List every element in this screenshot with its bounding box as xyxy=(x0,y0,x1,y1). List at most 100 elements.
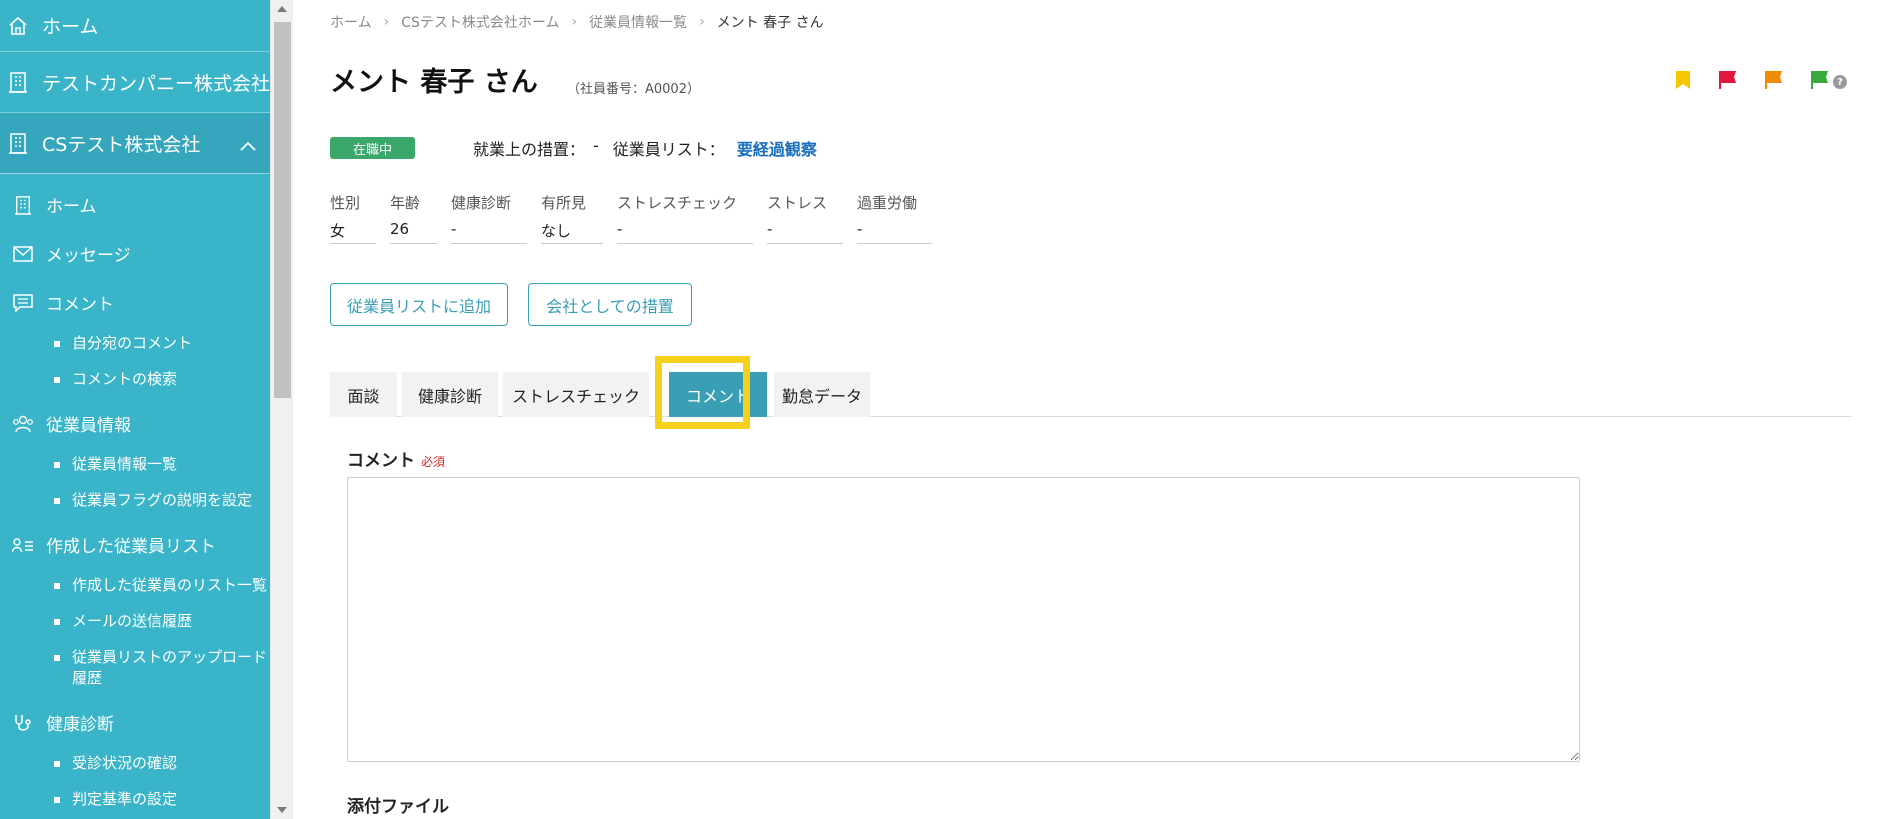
attr-label: 有所見 xyxy=(541,194,587,212)
stethoscope-icon xyxy=(12,712,34,734)
employee-number: （社員番号：A0002） xyxy=(567,82,700,97)
sidebar-subitem-label: 従業員リストのアップロード履歴 xyxy=(72,648,268,687)
attr-label: ストレス xyxy=(767,194,828,212)
green-flag-icon[interactable] xyxy=(1809,70,1829,94)
bullet xyxy=(54,619,60,625)
sidebar-item-home[interactable]: ホーム xyxy=(0,180,270,229)
sidebar-company-2-label: CSテスト株式会社 xyxy=(42,133,201,156)
sidebar-subitem-upload-history[interactable]: 従業員リストのアップロード履歴 xyxy=(0,641,270,698)
tab-interview[interactable]: 面談 xyxy=(330,372,397,417)
sidebar-subitem-criteria[interactable]: 判定基準の設定 xyxy=(0,783,270,819)
sidebar-item-created-lists-label: 作成した従業員リスト xyxy=(46,537,216,557)
sidebar-subitem-list-index[interactable]: 作成した従業員のリスト一覧 xyxy=(0,569,270,605)
envelope-icon xyxy=(12,243,34,265)
breadcrumb-home[interactable]: ホーム xyxy=(330,12,372,32)
sidebar-subitem-my-comments[interactable]: 自分宛のコメント xyxy=(0,327,270,363)
sidebar-subitem-label: コメントの検索 xyxy=(72,370,178,388)
attr-value: - xyxy=(767,214,843,244)
bullet xyxy=(54,761,60,767)
status-badge: 在職中 xyxy=(330,137,415,159)
breadcrumb-company-home[interactable]: CSテスト株式会社ホーム xyxy=(401,12,559,32)
tab-stress-check[interactable]: ストレスチェック xyxy=(503,372,649,417)
sidebar-item-employee[interactable]: 従業員情報 xyxy=(0,399,270,448)
sidebar-subitem-employee-list[interactable]: 従業員情報一覧 xyxy=(0,448,270,484)
attr-age: 年齢 26 xyxy=(390,192,437,244)
attr-value: - xyxy=(617,214,753,244)
attr-gender: 性別 女 xyxy=(330,192,376,244)
user-list-icon xyxy=(12,534,34,556)
sidebar-home-top[interactable]: ホーム xyxy=(0,0,270,52)
sidebar-item-health[interactable]: 健康診断 xyxy=(0,698,270,747)
attr-label: 年齢 xyxy=(390,194,421,212)
attr-label: 過重労働 xyxy=(857,194,918,212)
sidebar-scrollbar[interactable] xyxy=(270,0,293,819)
sidebar-subitem-exam-status[interactable]: 受診状況の確認 xyxy=(0,747,270,783)
chevron-up-icon[interactable] xyxy=(240,134,256,156)
attr-stress-check: ストレスチェック - xyxy=(617,192,753,244)
sidebar-company-1-label: テストカンパニー株式会社 xyxy=(42,72,270,95)
tab-health-checkup[interactable]: 健康診断 xyxy=(402,372,498,417)
sidebar-home-top-label: ホーム xyxy=(42,16,99,38)
help-icon[interactable]: ? xyxy=(1833,75,1847,89)
attr-findings: 有所見 なし xyxy=(541,192,603,244)
attr-label: ストレスチェック xyxy=(617,194,738,212)
sidebar-subitem-employee-flags[interactable]: 従業員フラグの説明を設定 xyxy=(0,484,270,520)
breadcrumb-employee-list[interactable]: 従業員情報一覧 xyxy=(589,12,687,32)
breadcrumb-separator-icon: › xyxy=(699,14,705,30)
tab-attendance[interactable]: 勤怠データ xyxy=(774,372,870,417)
sidebar-item-home-label: ホーム xyxy=(46,197,97,217)
attr-label: 性別 xyxy=(330,194,361,212)
bullet xyxy=(54,341,60,347)
sidebar-subitem-label: 従業員情報一覧 xyxy=(72,455,178,473)
scroll-down-arrow-icon[interactable] xyxy=(277,807,287,813)
sidebar-item-message[interactable]: メッセージ xyxy=(0,229,270,278)
bullet xyxy=(54,797,60,803)
sidebar-item-message-label: メッセージ xyxy=(46,246,131,266)
sidebar-subitem-label: メールの送信履歴 xyxy=(72,612,193,630)
bookmark-flag-icon[interactable] xyxy=(1675,70,1691,94)
attr-value: - xyxy=(451,214,527,244)
sidebar-item-comment[interactable]: コメント xyxy=(0,278,270,327)
company-measures-button[interactable]: 会社としての措置 xyxy=(528,283,692,326)
sidebar-subitem-label: 受診状況の確認 xyxy=(72,754,178,772)
comment-icon xyxy=(12,292,34,314)
main-content: ホーム › CSテスト株式会社ホーム › 従業員情報一覧 › メント 春子 さん… xyxy=(293,0,1877,819)
add-to-list-button[interactable]: 従業員リストに追加 xyxy=(330,283,508,326)
bullet xyxy=(54,377,60,383)
tab-highlight-frame xyxy=(655,356,750,429)
attr-overwork: 過重労働 - xyxy=(857,192,932,244)
breadcrumb: ホーム › CSテスト株式会社ホーム › 従業員情報一覧 › メント 春子 さん xyxy=(330,12,824,32)
scroll-thumb[interactable] xyxy=(274,22,291,398)
orange-flag-icon[interactable] xyxy=(1763,70,1783,94)
employee-list-label: 従業員リスト： xyxy=(612,140,725,159)
sidebar-subitem-label: 作成した従業員のリスト一覧 xyxy=(72,576,268,594)
attr-value: 女 xyxy=(330,214,376,244)
sidebar-company-1[interactable]: テストカンパニー株式会社 xyxy=(0,52,270,113)
measures-row: 就業上の措置： - 従業員リスト： 要経過観察 xyxy=(473,136,817,160)
comment-label-text: コメント xyxy=(347,451,415,471)
sidebar-subitem-label: 従業員フラグの説明を設定 xyxy=(72,491,253,509)
measures-label: 就業上の措置： xyxy=(473,140,586,159)
tab-bar: 面談 健康診断 ストレスチェック コメント 勤怠データ xyxy=(330,372,1852,417)
page-title: メント 春子 さん xyxy=(330,67,538,98)
attr-value: - xyxy=(857,214,932,244)
comment-field-label: コメント 必須 xyxy=(347,446,445,471)
sidebar-subitem-mail-history[interactable]: メールの送信履歴 xyxy=(0,605,270,641)
attr-stress: ストレス - xyxy=(767,192,843,244)
building-icon xyxy=(12,194,34,216)
employee-attributes: 性別 女 年齢 26 健康診断 - 有所見 なし ストレスチェック - ストレス… xyxy=(330,192,946,244)
red-flag-icon[interactable] xyxy=(1717,70,1737,94)
sidebar-item-employee-label: 従業員情報 xyxy=(46,416,131,436)
sidebar-item-created-lists[interactable]: 作成した従業員リスト xyxy=(0,520,270,569)
scroll-up-arrow-icon[interactable] xyxy=(277,6,287,12)
sidebar: ホーム テストカンパニー株式会社 CSテスト株式会社 ホーム メッセージ コメン… xyxy=(0,0,270,819)
sidebar-subitem-comment-search[interactable]: コメントの検索 xyxy=(0,363,270,399)
comment-textarea[interactable] xyxy=(347,477,1580,762)
attr-health-checkup: 健康診断 - xyxy=(451,192,527,244)
sidebar-company-2[interactable]: CSテスト株式会社 xyxy=(0,113,270,174)
attr-value: なし xyxy=(541,214,603,244)
employee-list-link[interactable]: 要経過観察 xyxy=(737,136,817,160)
bullet xyxy=(54,655,60,661)
flag-group: ? xyxy=(1649,70,1847,94)
users-icon xyxy=(12,413,34,435)
